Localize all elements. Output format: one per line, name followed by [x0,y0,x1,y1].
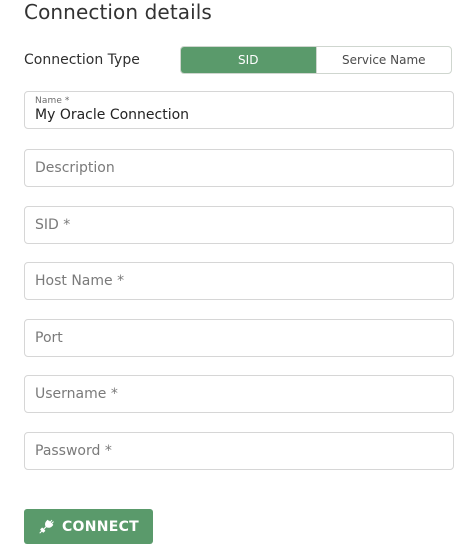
connect-button[interactable]: CONNECT [24,509,153,544]
port-input[interactable] [35,320,443,356]
connection-type-toggle: SID Service Name [180,46,452,74]
password-input[interactable] [35,433,443,469]
connection-type-service-name-option[interactable]: Service Name [315,47,452,73]
description-field[interactable] [24,149,454,187]
username-field[interactable] [24,375,454,413]
connection-type-label: Connection Type [24,52,140,68]
name-input[interactable] [35,102,443,128]
page-title: Connection details [24,0,212,24]
sid-field[interactable] [24,206,454,244]
description-input[interactable] [35,150,443,186]
host-name-input[interactable] [35,263,443,299]
username-input[interactable] [35,376,443,412]
host-name-field[interactable] [24,262,454,300]
connection-type-row: Connection Type SID Service Name [24,44,454,76]
plug-icon [38,519,54,535]
password-field[interactable] [24,432,454,470]
port-field[interactable] [24,319,454,357]
name-field[interactable]: Name * [24,91,454,129]
connection-details-panel: Connection details Connection Type SID S… [0,0,474,551]
sid-input[interactable] [35,207,443,243]
connect-label: CONNECT [61,518,140,535]
connection-type-sid-option[interactable]: SID [181,47,316,73]
